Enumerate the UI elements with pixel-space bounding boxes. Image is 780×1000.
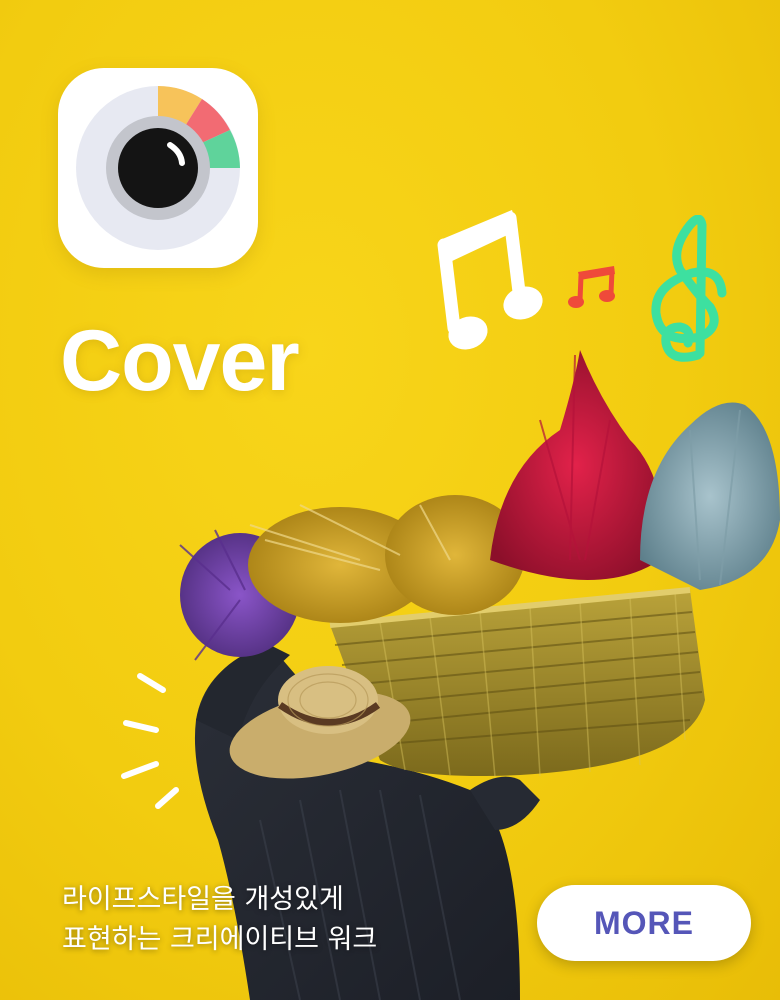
burst-lines-icon bbox=[121, 673, 179, 809]
app-title: Cover bbox=[60, 313, 300, 409]
small-note-icon bbox=[568, 266, 615, 308]
treble-clef-icon bbox=[651, 215, 727, 362]
tagline-line-1: 라이프스타일을 개성있게 bbox=[62, 884, 344, 915]
splash-screen: Cover 라이프스타일을 개성있게 표현하는 크리에이티브 워크 MORE bbox=[0, 0, 780, 1000]
camera-lens-icon bbox=[76, 86, 240, 250]
tagline: 라이프스타일을 개성있게 표현하는 크리에이티브 워크 bbox=[62, 880, 377, 960]
beamed-note-icon bbox=[437, 210, 543, 350]
app-icon[interactable] bbox=[58, 68, 258, 268]
more-button[interactable]: MORE bbox=[537, 885, 751, 961]
tagline-line-2: 표현하는 크리에이티브 워크 bbox=[62, 924, 378, 955]
